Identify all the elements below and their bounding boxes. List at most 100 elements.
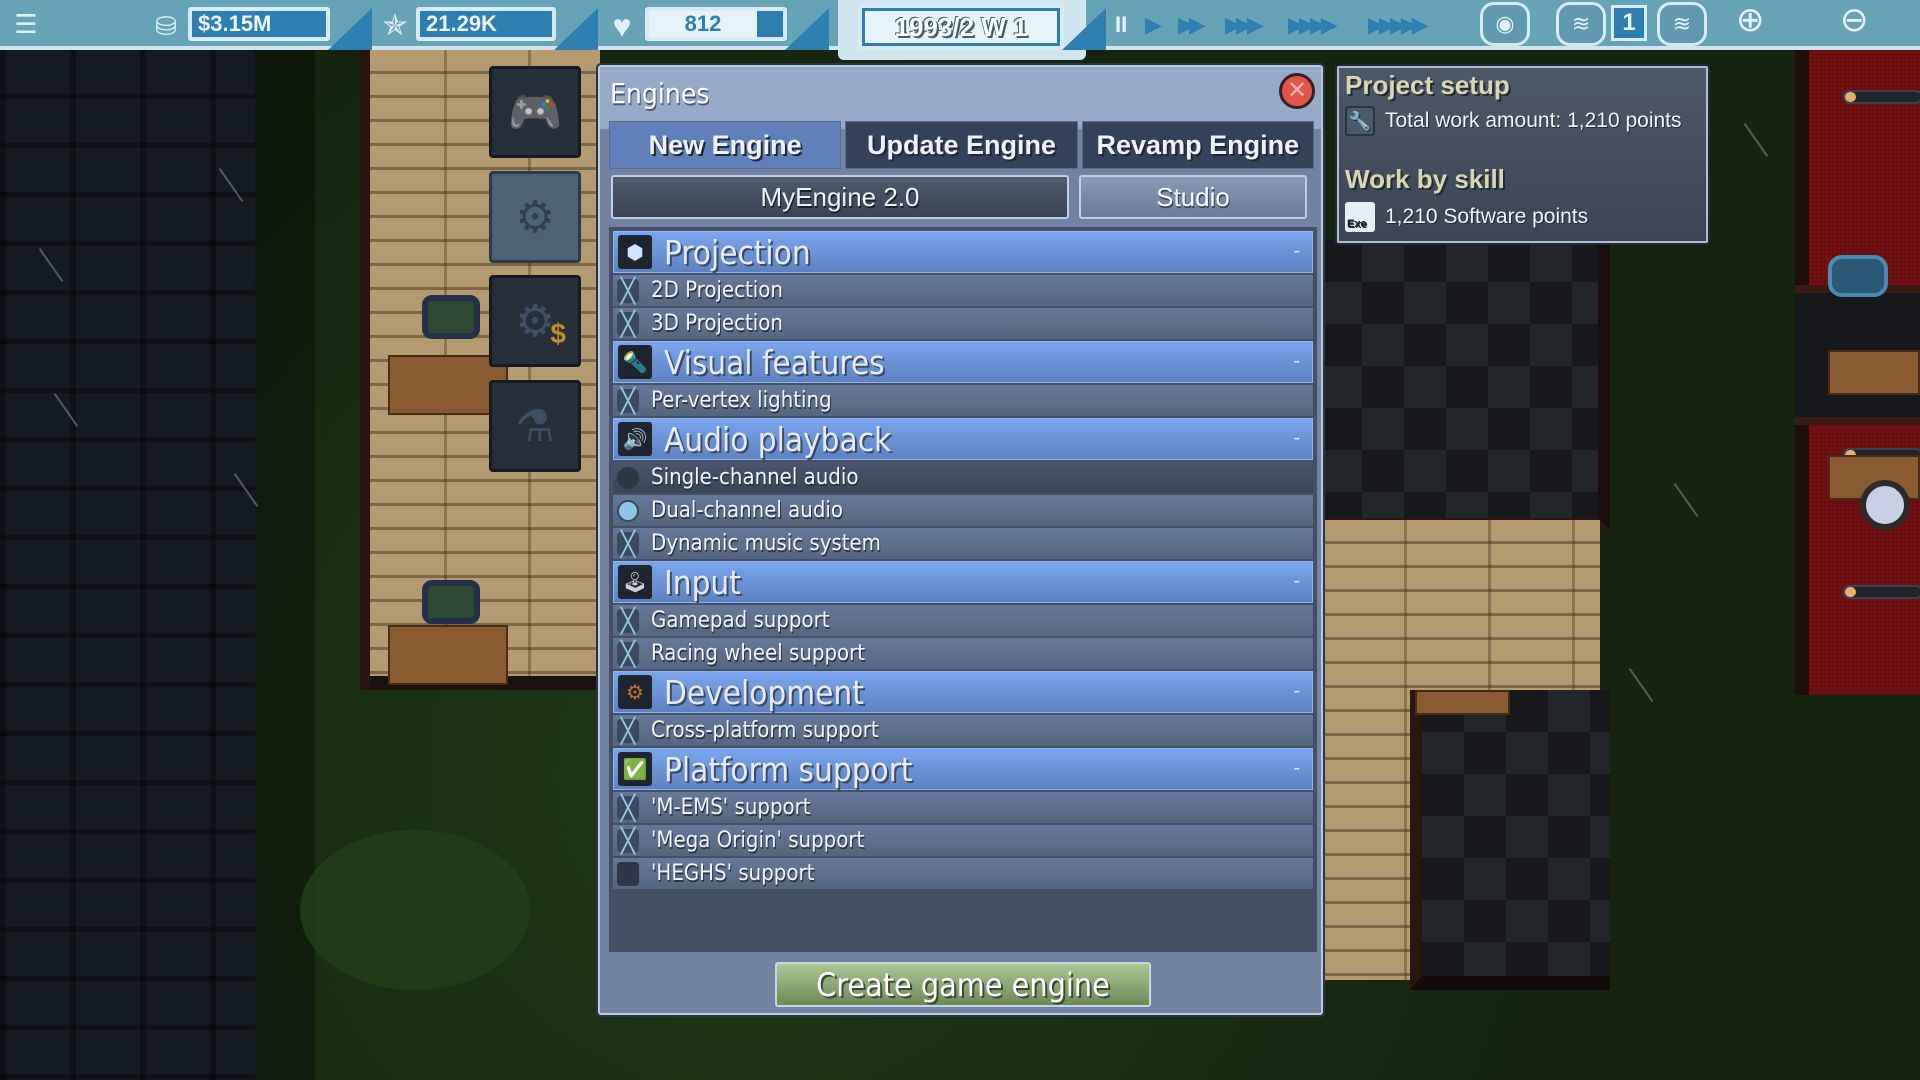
- checkbox-checked-icon[interactable]: ╳: [617, 794, 639, 822]
- server-room[interactable]: [1320, 240, 1610, 530]
- feature-item[interactable]: ╳ 3D Projection: [613, 308, 1313, 339]
- checkbox-checked-icon[interactable]: ╳: [617, 607, 639, 635]
- employee[interactable]: [1860, 480, 1910, 530]
- floor-up-button[interactable]: ≋: [1657, 2, 1707, 46]
- collapse-toggle[interactable]: -: [1293, 680, 1300, 703]
- feature-label: Single-channel audio: [651, 465, 859, 490]
- storage-room[interactable]: [1410, 690, 1610, 990]
- menu-list-icon[interactable]: ☰: [8, 6, 44, 42]
- date-display[interactable]: 1993/2 W 1: [858, 4, 1064, 50]
- gamepad-icon: 🎮: [507, 88, 563, 137]
- feature-item[interactable]: ╳ 2D Projection: [613, 275, 1313, 306]
- engine-name-input[interactable]: MyEngine 2.0: [611, 175, 1069, 219]
- collapse-toggle[interactable]: -: [1293, 757, 1300, 780]
- money-display[interactable]: $3.15M: [188, 7, 330, 41]
- spotlight-icon: 🔦: [618, 345, 652, 379]
- close-button[interactable]: ✕: [1279, 73, 1315, 109]
- feature-item[interactable]: ╳ Gamepad support: [613, 605, 1313, 636]
- checkbox-checked-icon[interactable]: ╳: [617, 827, 639, 855]
- studio-button[interactable]: Studio: [1079, 175, 1307, 219]
- side-tab-console[interactable]: 🎮: [489, 66, 581, 158]
- coins-icon: ⛁: [155, 10, 177, 41]
- zoom-in-button[interactable]: ⊕: [1736, 0, 1765, 40]
- feature-item[interactable]: 'HEGHS' support: [613, 858, 1313, 889]
- category-label: Input: [664, 562, 741, 602]
- checkbox-checked-icon[interactable]: ╳: [617, 277, 639, 305]
- camera-button[interactable]: ◉: [1480, 2, 1530, 46]
- category-header-visual-features[interactable]: 🔦 Visual features -: [613, 341, 1313, 383]
- money-tail: [328, 8, 372, 50]
- wrench-icon: 🔧: [1345, 106, 1375, 136]
- tab-new-engine[interactable]: New Engine: [609, 121, 842, 169]
- date-tail: [1062, 8, 1106, 50]
- total-work-line: 🔧 Total work amount: 1,210 points: [1345, 106, 1682, 136]
- category-header-platform-support[interactable]: ✅ Platform support -: [613, 748, 1313, 790]
- floor-down-button[interactable]: ≋: [1556, 2, 1606, 46]
- collapse-toggle[interactable]: -: [1293, 240, 1300, 263]
- speed-1-button[interactable]: ▶: [1145, 12, 1162, 38]
- heart-icon: ♥: [612, 7, 632, 44]
- progress-fill: [1845, 92, 1857, 102]
- checkbox-checked-icon[interactable]: ╳: [617, 387, 639, 415]
- reputation-display[interactable]: 21.29K: [416, 7, 556, 41]
- feature-item[interactable]: ╳ Racing wheel support: [613, 638, 1313, 669]
- category-header-input[interactable]: 🕹 Input -: [613, 561, 1313, 603]
- feature-item[interactable]: ╳ 'M-EMS' support: [613, 792, 1313, 823]
- feature-label: Dual-channel audio: [651, 498, 844, 523]
- water-cooler[interactable]: [1828, 255, 1888, 297]
- software-points-text: 1,210 Software points: [1385, 205, 1589, 228]
- feature-item[interactable]: ╳ Per-vertex lighting: [613, 385, 1313, 416]
- feature-item[interactable]: ╳ 'Mega Origin' support: [613, 825, 1313, 856]
- category-header-projection[interactable]: ⬢ Projection -: [613, 231, 1313, 273]
- feature-item[interactable]: ╳ Cross-platform support: [613, 715, 1313, 746]
- collapse-toggle[interactable]: -: [1293, 570, 1300, 593]
- floor-number-value: 1: [1622, 9, 1636, 36]
- dialog-title-bar[interactable]: Engines ✕: [600, 67, 1321, 129]
- side-tab-research[interactable]: ⚗: [489, 380, 581, 472]
- speed-3-button[interactable]: ▶▶▶: [1225, 12, 1264, 38]
- speed-2-button[interactable]: ▶▶: [1178, 12, 1206, 38]
- category-header-audio-playback[interactable]: 🔊 Audio playback -: [613, 418, 1313, 460]
- fans-display[interactable]: 812: [645, 7, 787, 41]
- feature-item[interactable]: Single-channel audio: [613, 462, 1313, 493]
- gears-icon: ⚙: [515, 192, 555, 242]
- chair[interactable]: [422, 580, 480, 624]
- category-header-development[interactable]: ⚙ Development -: [613, 671, 1313, 713]
- checkbox-checked-icon[interactable]: ╳: [617, 640, 639, 668]
- checkbox-checked-icon[interactable]: ╳: [617, 310, 639, 338]
- shelf: [1415, 690, 1510, 715]
- tab-revamp-engine[interactable]: Revamp Engine: [1081, 121, 1314, 169]
- collapse-toggle[interactable]: -: [1293, 427, 1300, 450]
- money-value: $3.15M: [198, 11, 272, 36]
- dollar-icon: $: [550, 318, 566, 349]
- collapse-toggle[interactable]: -: [1293, 350, 1300, 373]
- radio-unselected-icon[interactable]: [617, 466, 639, 489]
- checkbox-checked-icon[interactable]: ╳: [617, 717, 639, 745]
- feature-list[interactable]: ⬢ Projection - ╳ 2D Projection ╳ 3D Projection…: [609, 227, 1317, 952]
- platform-check-icon: ✅: [618, 752, 652, 786]
- desk[interactable]: [388, 625, 508, 685]
- side-tab-engines[interactable]: ⚙: [489, 171, 581, 263]
- progress-fill: [1845, 587, 1857, 597]
- project-setup-panel: Project setup 🔧 Total work amount: 1,210…: [1337, 66, 1708, 243]
- checkbox-checked-icon[interactable]: ╳: [617, 530, 639, 558]
- tab-update-engine[interactable]: Update Engine: [845, 121, 1078, 169]
- speed-4-button[interactable]: ▶▶▶▶: [1288, 12, 1338, 38]
- chair[interactable]: [422, 295, 480, 339]
- checkbox-unchecked-icon[interactable]: [617, 861, 639, 886]
- feature-item[interactable]: ╳ Dynamic music system: [613, 528, 1313, 559]
- floor-number: 1: [1611, 5, 1647, 41]
- projection-cube-icon: ⬢: [618, 235, 652, 269]
- zoom-out-button[interactable]: ⊖: [1840, 0, 1869, 40]
- speed-5-button[interactable]: ▶▶▶▶▶: [1368, 12, 1429, 38]
- employee-progress-bar: [1843, 585, 1920, 599]
- dialog-title: Engines: [610, 77, 710, 110]
- create-game-engine-button[interactable]: Create game engine: [775, 962, 1151, 1007]
- feature-label: 'HEGHS' support: [651, 861, 815, 886]
- pause-button[interactable]: II: [1115, 12, 1127, 38]
- joystick-icon: 🕹: [618, 565, 652, 599]
- side-tab-engine-licensing[interactable]: ⚙ $: [489, 275, 581, 367]
- feature-item[interactable]: Dual-channel audio: [613, 495, 1313, 526]
- engines-dialog: Engines ✕ New Engine Update Engine Revam…: [598, 65, 1323, 1015]
- radio-selected-icon[interactable]: [617, 499, 639, 522]
